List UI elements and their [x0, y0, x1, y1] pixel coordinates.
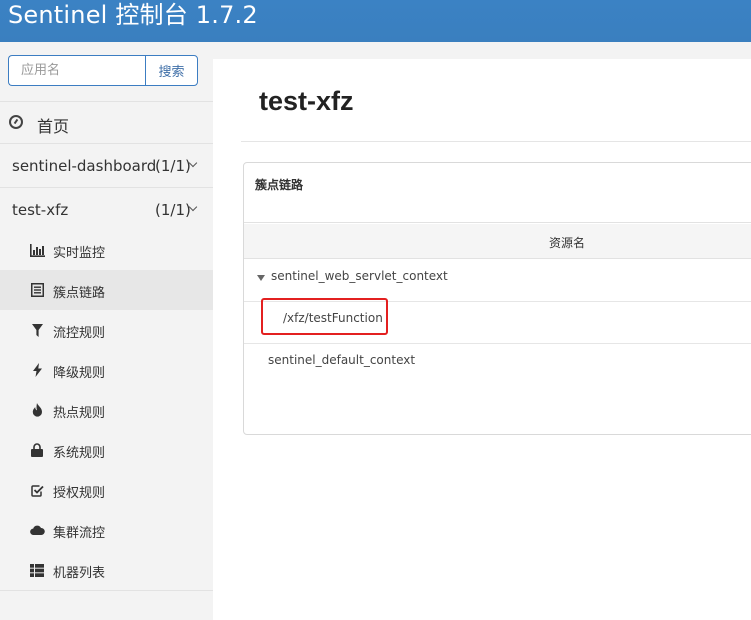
sidebar-item-machine-list[interactable]: 机器列表 [0, 550, 213, 590]
app-sentinel-dashboard[interactable]: sentinel-dashboard (1/1) [0, 144, 213, 186]
cloud-icon [29, 523, 45, 537]
resource-name: sentinel_web_servlet_context [271, 269, 448, 283]
sidebar-item-realtime-monitor[interactable]: 实时监控 [0, 230, 213, 270]
app-search-input[interactable] [8, 55, 146, 86]
main-content: test-xfz 簇点链路 资源名 sentinel_web_servlet_c… [213, 59, 751, 620]
check-square-icon [29, 483, 45, 497]
app-machine-count: (1/1) [155, 157, 191, 175]
page-title: test-xfz [259, 86, 354, 116]
highlight-annotation-box [261, 298, 388, 335]
flash-icon [29, 363, 45, 377]
table-header: 资源名 [244, 224, 751, 259]
app-machine-count: (1/1) [155, 201, 191, 219]
app-name: test-xfz [12, 201, 69, 219]
sidebar-item-label: 授权规则 [53, 486, 106, 501]
sidebar-item-cluster-flow[interactable]: 集群流控 [0, 510, 213, 550]
sidebar-item-label: 首页 [37, 117, 70, 136]
sidebar-item-degrade-rules[interactable]: 降级规则 [0, 350, 213, 390]
sidebar-item-label: 簇点链路 [53, 286, 106, 301]
sidebar-item-label: 降级规则 [53, 366, 106, 381]
sidebar-item-hotspot-rules[interactable]: 热点规则 [0, 390, 213, 430]
th-list-icon [29, 563, 45, 577]
app-test-xfz[interactable]: test-xfz (1/1) [0, 188, 213, 230]
filter-icon [29, 323, 45, 337]
column-header-resource-name: 资源名 [549, 236, 586, 250]
expand-triangle-icon[interactable] [257, 275, 265, 281]
sidebar-item-authority-rules[interactable]: 授权规则 [0, 470, 213, 510]
table-row[interactable]: sentinel_default_context [244, 344, 751, 386]
divider [0, 590, 213, 591]
app-name: sentinel-dashboard [12, 157, 157, 175]
sidebar-item-cluster-point-link[interactable]: 簇点链路 [0, 270, 213, 310]
sidebar-item-flow-rules[interactable]: 流控规则 [0, 310, 213, 350]
clock-icon [9, 115, 23, 129]
sidebar-item-label: 机器列表 [53, 566, 106, 581]
fire-icon [29, 403, 45, 417]
search-button[interactable]: 搜索 [145, 55, 198, 86]
sidebar-item-home[interactable]: 首页 [0, 102, 213, 142]
resource-name: sentinel_default_context [268, 353, 416, 367]
brand-title[interactable]: Sentinel 控制台 1.7.2 [8, 0, 258, 34]
sidebar-item-label: 流控规则 [53, 326, 106, 341]
sidebar-item-label: 集群流控 [53, 526, 106, 541]
table-row[interactable]: sentinel_web_servlet_context [244, 260, 751, 302]
sidebar-item-label: 热点规则 [53, 406, 106, 421]
panel-header: 簇点链路 [244, 163, 751, 223]
sidebar: 搜索 首页 sentinel-dashboard (1/1) test-xfz … [0, 42, 213, 620]
lock-icon [29, 443, 45, 457]
sidebar-item-system-rules[interactable]: 系统规则 [0, 430, 213, 470]
sidebar-item-label: 系统规则 [53, 446, 106, 461]
bar-chart-icon [29, 243, 45, 257]
panel-title: 簇点链路 [255, 178, 304, 192]
title-divider [241, 141, 751, 142]
sidebar-item-label: 实时监控 [53, 246, 106, 261]
app-search: 搜索 [8, 55, 198, 86]
list-icon [29, 283, 45, 297]
top-navbar: Sentinel 控制台 1.7.2 [0, 0, 751, 42]
